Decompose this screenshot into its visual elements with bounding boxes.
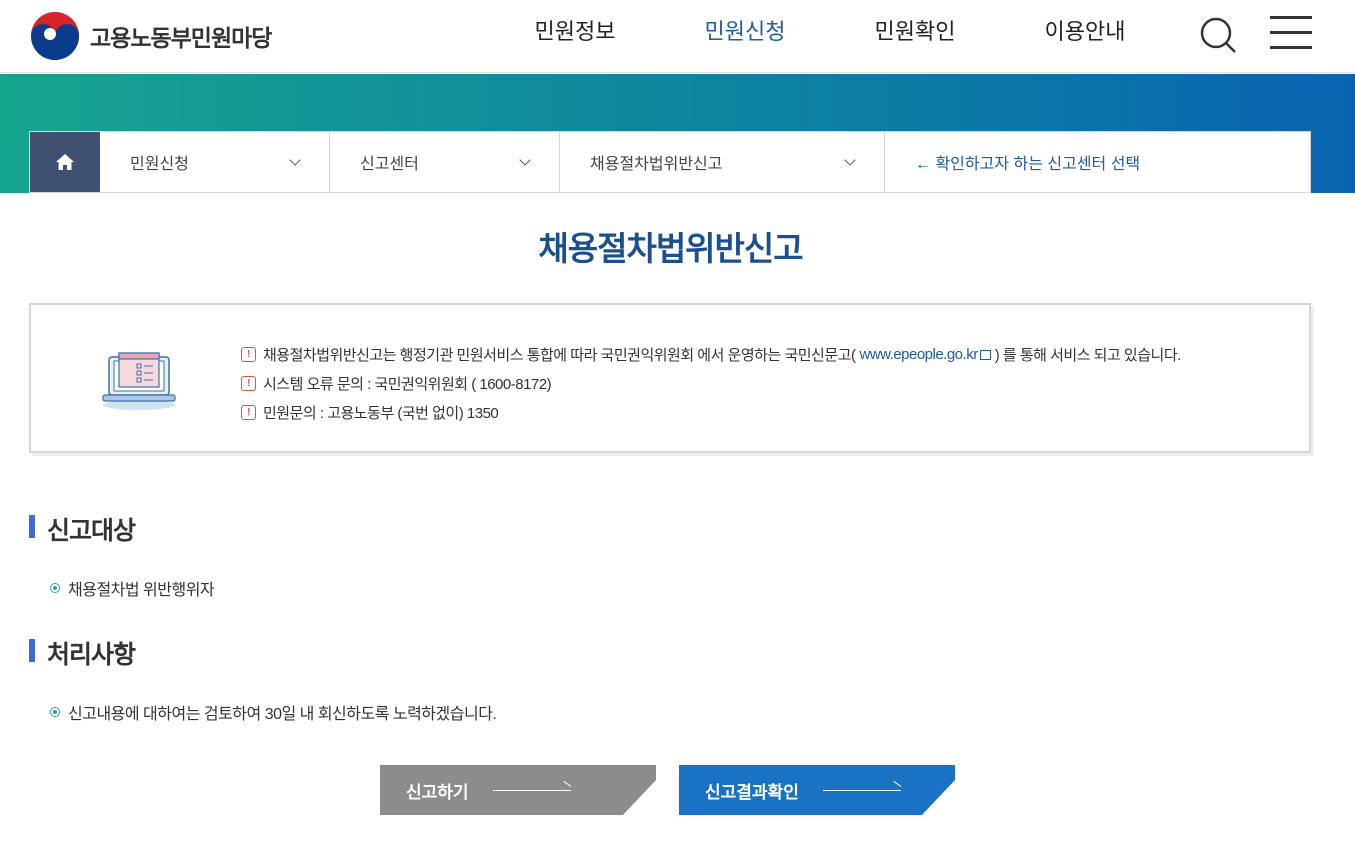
notice-item: ! 채용절차법위반신고는 행정기관 민원서비스 통합에 따라 국민권익위원회 에…: [241, 340, 1181, 369]
nav-item-usage-guide[interactable]: 이용안내: [1000, 0, 1170, 73]
page-title: 채용절차법위반신고: [538, 230, 803, 267]
home-icon: [56, 154, 74, 170]
notice-text: 시스템 오류 문의 : 국민권익위원회 ( 1600-8172): [263, 376, 552, 393]
location-select-depth1-label: 민원신청: [130, 156, 189, 173]
list-item-text: 신고내용에 대하여는 검토하여 30일 내 회신하도록 노력하겠습니다.: [68, 706, 497, 723]
laptop-form-illustration-icon: [102, 352, 176, 410]
external-link-icon: [979, 349, 991, 360]
site-header: 고용노동부민원마당 민원정보 민원신청 민원확인 이용안내: [0, 0, 1355, 73]
warning-icon: !: [241, 405, 256, 420]
warning-icon: !: [241, 376, 256, 391]
nav-item-civil-info[interactable]: 민원정보: [490, 0, 660, 73]
location-select-depth1[interactable]: 민원신청: [100, 132, 330, 192]
site-logo[interactable]: 고용노동부민원마당: [30, 11, 272, 61]
list-item-text: 채용절차법 위반행위자: [68, 582, 215, 599]
search-button[interactable]: [1198, 15, 1238, 55]
hamburger-menu-button[interactable]: [1270, 16, 1312, 50]
chevron-down-icon: [519, 154, 531, 166]
notice-item: ! 시스템 오류 문의 : 국민권익위원회 ( 1600-8172): [241, 369, 1181, 398]
location-select-depth3-label: 채용절차법위반신고: [590, 156, 723, 173]
warning-icon: !: [241, 347, 256, 362]
report-button-label: 신고하기: [406, 782, 469, 802]
search-icon: [1200, 17, 1236, 53]
notice-item: ! 민원문의 : 고용노동부 (국번 없이) 1350: [241, 398, 1181, 427]
report-result-button[interactable]: 신고결과확인: [679, 765, 955, 815]
epeople-link[interactable]: www.epeople.go.kr: [859, 346, 978, 363]
main-nav: 민원정보 민원신청 민원확인 이용안내: [490, 0, 1170, 73]
chevron-down-icon: [844, 154, 856, 166]
section-title-process: 처리사항: [29, 635, 136, 671]
home-button[interactable]: [30, 132, 100, 192]
location-select-depth2-label: 신고센터: [360, 156, 419, 173]
notice-text: 채용절차법위반신고는 행정기관 민원서비스 통합에 따라 국민권익위원회 에서 …: [263, 347, 856, 364]
bullet-icon: [50, 583, 60, 593]
nav-item-civil-apply[interactable]: 민원신청: [660, 0, 830, 73]
arrow-right-icon: [822, 789, 901, 791]
location-select-depth2[interactable]: 신고센터: [330, 132, 560, 192]
nav-item-civil-check[interactable]: 민원확인: [830, 0, 1000, 73]
section-title-target: 신고대상: [29, 511, 136, 547]
hamburger-menu-icon: [1270, 16, 1312, 19]
report-button[interactable]: 신고하기: [380, 765, 656, 815]
notice-text: ) 를 통해 서비스 되고 있습니다.: [994, 347, 1182, 364]
arrow-right-icon: [492, 789, 571, 791]
location-bar: 민원신청 신고센터 채용절차법위반신고 ← 확인하고자 하는 신고센터 선택: [29, 131, 1311, 193]
location-guide-text: ← 확인하고자 하는 신고센터 선택: [915, 156, 1141, 173]
chevron-down-icon: [289, 154, 301, 166]
list-item: 채용절차법 위반행위자: [50, 576, 215, 600]
notice-list: ! 채용절차법위반신고는 행정기관 민원서비스 통합에 따라 국민권익위원회 에…: [241, 340, 1181, 427]
government-emblem-icon: [31, 12, 79, 60]
notice-text: 민원문의 : 고용노동부 (국번 없이) 1350: [263, 405, 499, 422]
notice-box: ! 채용절차법위반신고는 행정기관 민원서비스 통합에 따라 국민권익위원회 에…: [29, 303, 1311, 453]
logo-text: 고용노동부민원마당: [90, 25, 272, 51]
bullet-icon: [50, 707, 60, 717]
location-select-depth3[interactable]: 채용절차법위반신고: [560, 132, 885, 192]
report-result-button-label: 신고결과확인: [705, 782, 799, 802]
list-item: 신고내용에 대하여는 검토하여 30일 내 회신하도록 노력하겠습니다.: [50, 700, 497, 724]
